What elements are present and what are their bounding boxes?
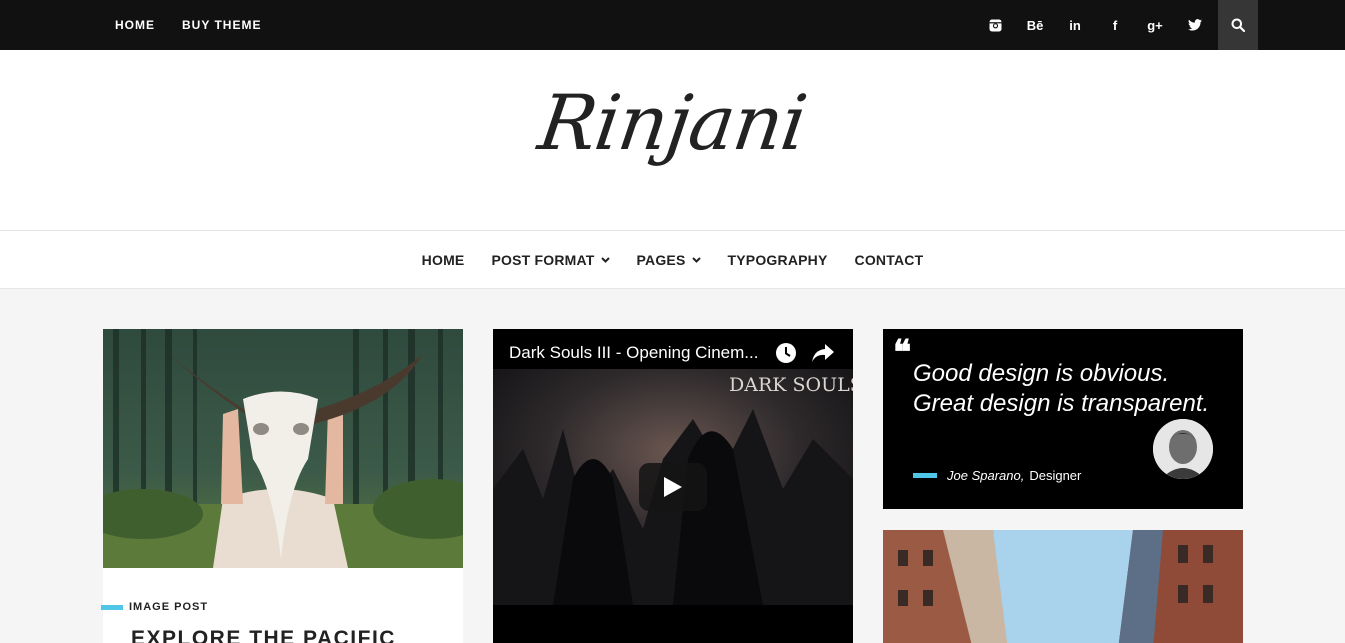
top-nav: HOME BUY THEME xyxy=(115,0,261,50)
top-bar: HOME BUY THEME Bē in f g+ xyxy=(0,0,1345,50)
avatar xyxy=(1153,419,1213,479)
post-image[interactable] xyxy=(103,329,463,568)
search-button[interactable] xyxy=(1218,0,1258,50)
behance-glyph: Bē xyxy=(1026,17,1044,33)
site-logo[interactable]: Rinjani xyxy=(0,78,1345,167)
top-nav-home[interactable]: HOME xyxy=(115,18,155,32)
linkedin-icon[interactable]: in xyxy=(1055,0,1095,50)
nav-item-label: CONTACT xyxy=(854,251,924,268)
play-button[interactable] xyxy=(639,463,707,511)
facebook-icon[interactable]: f xyxy=(1095,0,1135,50)
google-plus-glyph: g+ xyxy=(1147,17,1163,33)
search-icon xyxy=(1231,18,1245,32)
linkedin-glyph: in xyxy=(1069,17,1081,33)
share-icon[interactable] xyxy=(812,344,834,362)
category-accent-bar xyxy=(101,604,123,610)
quote-text: Good design is obvious. Great design is … xyxy=(913,360,1210,417)
google-plus-icon[interactable]: g+ xyxy=(1135,0,1175,50)
nav-item-label: HOME xyxy=(421,251,465,268)
site-header: Rinjani xyxy=(0,50,1345,230)
author-name: Joe Sparano, xyxy=(947,468,1025,483)
video-post-card: DARK SOULS Dark Souls III - Opening Cine… xyxy=(493,329,853,643)
nav-item-label: POST FORMAT xyxy=(491,251,595,268)
clock-icon[interactable] xyxy=(775,342,797,364)
nav-item-pages[interactable]: PAGES xyxy=(637,252,701,268)
main-nav: HOME POST FORMAT PAGES TYPOGRAPHY CONTAC… xyxy=(0,230,1345,289)
behance-icon[interactable]: Bē xyxy=(1015,0,1055,50)
nav-item-typography[interactable]: TYPOGRAPHY xyxy=(728,252,828,268)
post-category[interactable]: IMAGE POST xyxy=(101,601,209,613)
nav-item-home[interactable]: HOME xyxy=(422,252,465,268)
quote-author: Joe Sparano, Designer xyxy=(913,468,1081,483)
play-icon xyxy=(664,477,682,497)
city-image-card[interactable] xyxy=(883,530,1243,643)
author-accent-bar xyxy=(913,473,937,478)
nav-item-label: PAGES xyxy=(636,251,686,268)
facebook-glyph: f xyxy=(1112,17,1118,33)
quote-post-card: ❝ Good design is obvious. Great design i… xyxy=(883,329,1243,509)
chevron-down-icon xyxy=(691,256,701,263)
nav-item-contact[interactable]: CONTACT xyxy=(855,252,924,268)
video-overlay-text: DARK SOULS xyxy=(729,374,853,396)
author-role: Designer xyxy=(1029,468,1082,483)
image-post-card: IMAGE POST EXPLORE THE PACIFIC xyxy=(101,329,463,643)
top-nav-buy-theme[interactable]: BUY THEME xyxy=(182,18,261,32)
post-title[interactable]: EXPLORE THE PACIFIC xyxy=(131,627,396,643)
video-title[interactable]: Dark Souls III - Opening Cinem... xyxy=(509,343,758,363)
quote-icon: ❝ xyxy=(893,333,912,373)
social-links: Bē in f g+ xyxy=(975,0,1215,50)
nav-item-post-format[interactable]: POST FORMAT xyxy=(491,251,610,268)
twitter-icon[interactable] xyxy=(1175,0,1215,50)
chevron-down-icon xyxy=(600,256,610,263)
nav-item-label: TYPOGRAPHY xyxy=(727,251,828,268)
instagram-icon[interactable] xyxy=(975,0,1015,50)
post-category-label: IMAGE POST xyxy=(129,601,209,613)
